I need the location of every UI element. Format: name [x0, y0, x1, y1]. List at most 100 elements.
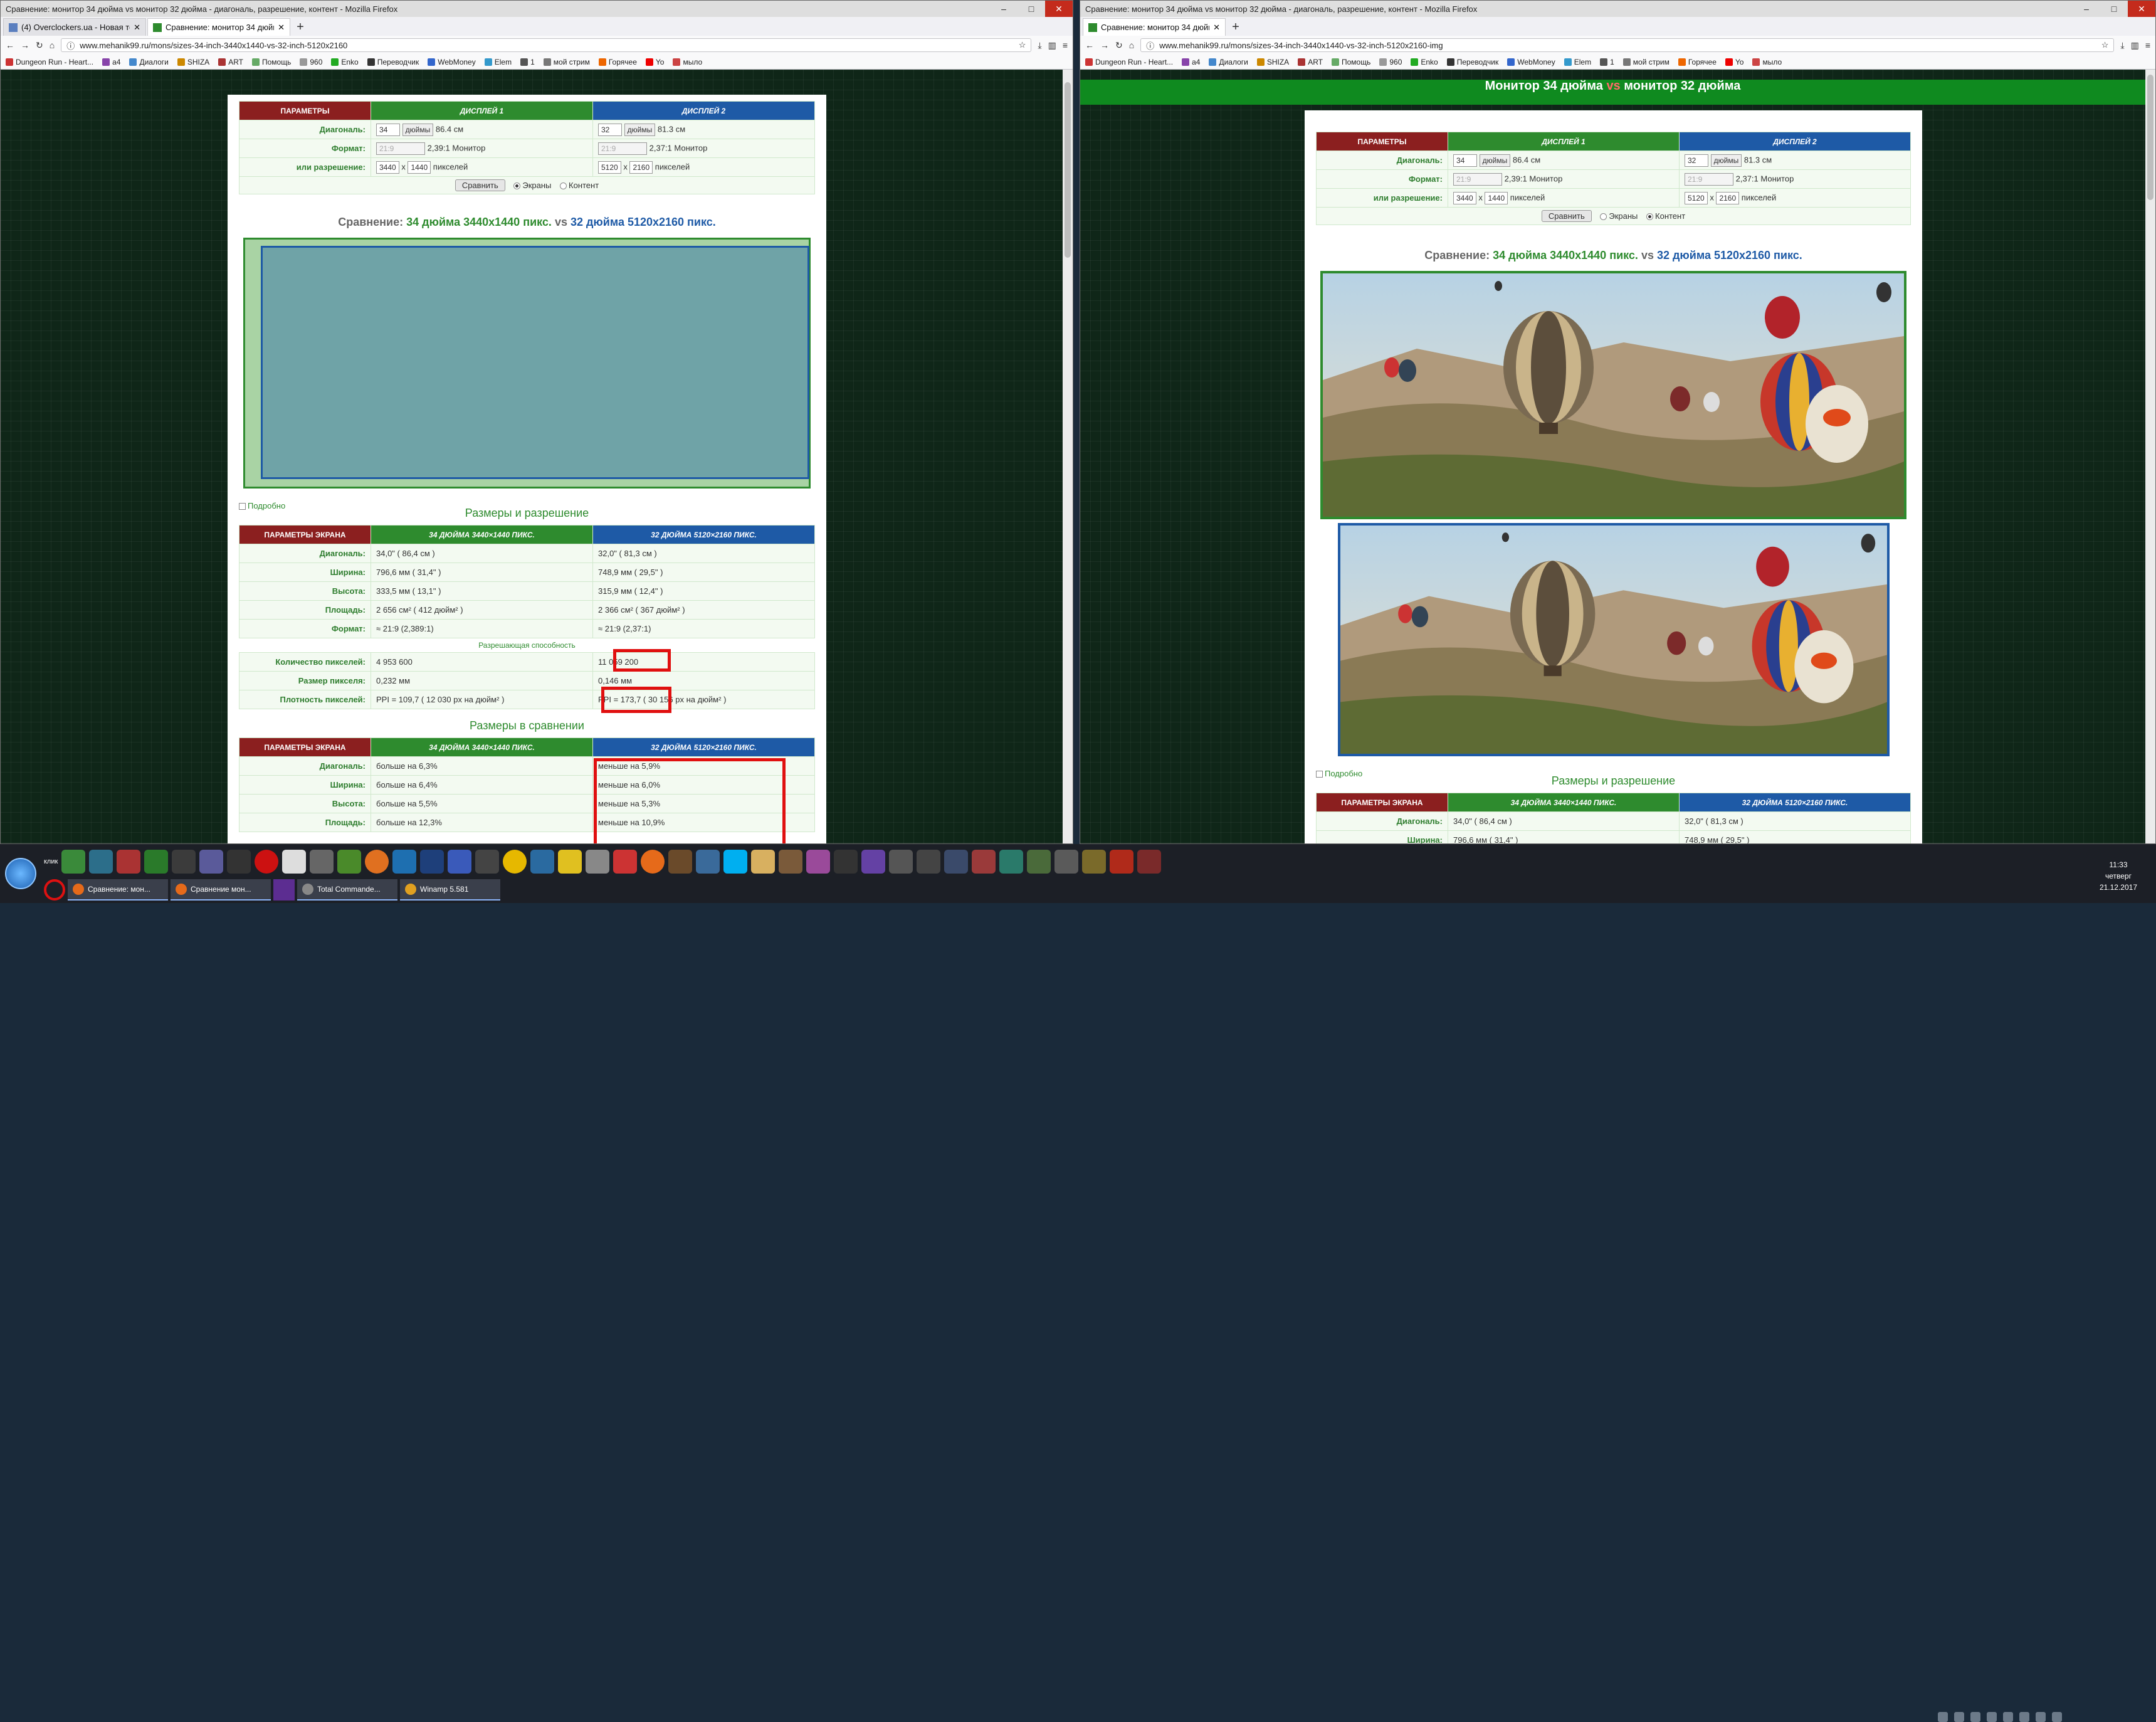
bookmark-item[interactable]: мыло	[673, 58, 702, 66]
opera-icon[interactable]	[255, 850, 279, 874]
app-icon[interactable]	[917, 850, 941, 874]
bookmark-item[interactable]: мой стрим	[1622, 58, 1670, 66]
unit2-select[interactable]: дюймы	[1710, 154, 1742, 167]
scrollbar[interactable]	[2145, 70, 2155, 843]
app-icon[interactable]	[227, 850, 251, 874]
task-total-commander[interactable]: Total Commande...	[297, 879, 397, 901]
bookmark-item[interactable]: a4	[102, 58, 120, 66]
app-icon[interactable]	[61, 850, 86, 874]
bookmark-item[interactable]: Enko	[1411, 58, 1438, 66]
bookmark-star-icon[interactable]: ☆	[1019, 40, 1026, 50]
back-icon[interactable]: ←	[1085, 40, 1094, 50]
download-icon[interactable]: ⤓	[2120, 40, 2124, 51]
bookmark-item[interactable]: 1	[520, 58, 535, 66]
download-icon[interactable]: ⤓	[1038, 40, 1041, 51]
screens-radio[interactable]	[513, 182, 521, 190]
tray-icon[interactable]	[2019, 1712, 2029, 1722]
app-icon[interactable]	[448, 850, 472, 874]
content-radio[interactable]	[1646, 213, 1654, 221]
bookmark-item[interactable]: 1	[1600, 58, 1614, 66]
app-icon[interactable]	[779, 850, 803, 874]
tab-close-icon[interactable]: ✕	[278, 23, 285, 33]
format2-select[interactable]: 21:9	[598, 142, 647, 155]
bookmark-item[interactable]: Диалоги	[129, 58, 169, 66]
app-icon[interactable]	[834, 850, 858, 874]
bookmark-star-icon[interactable]: ☆	[2101, 40, 2109, 50]
network-icon[interactable]	[2052, 1712, 2062, 1722]
app-icon[interactable]	[806, 850, 831, 874]
format2-select[interactable]: 21:9	[1685, 172, 1733, 186]
app-icon[interactable]	[420, 850, 444, 874]
bookmark-item[interactable]: Диалоги	[1209, 58, 1248, 66]
w2-input[interactable]: 5120	[598, 161, 621, 174]
skype-icon[interactable]	[723, 850, 748, 874]
tray-icon[interactable]	[1970, 1712, 1980, 1722]
bookmark-item[interactable]: SHIZA	[1256, 58, 1289, 66]
compare-button[interactable]: Сравнить	[455, 179, 505, 191]
volume-icon[interactable]	[2036, 1712, 2046, 1722]
app-icon[interactable]	[1082, 850, 1107, 874]
h2-input[interactable]: 2160	[1716, 191, 1740, 204]
diag1-input[interactable]: 34	[376, 123, 400, 136]
content-radio[interactable]	[560, 182, 567, 190]
app-icon[interactable]	[1137, 850, 1162, 874]
forward-icon[interactable]: →	[21, 40, 29, 50]
app-icon[interactable]	[310, 850, 334, 874]
tab-close-icon[interactable]: ✕	[1213, 23, 1220, 33]
bookmark-item[interactable]: Elem	[1564, 58, 1591, 66]
minimize-button[interactable]: –	[990, 1, 1018, 17]
app-icon[interactable]	[117, 850, 141, 874]
clock[interactable]: 11:33 четверг 21.12.2017	[2100, 859, 2137, 893]
scrollbar[interactable]	[1063, 70, 1073, 843]
vs-icon[interactable]	[273, 879, 295, 901]
app-icon[interactable]	[89, 850, 113, 874]
format1-select[interactable]: 21:9	[376, 142, 425, 155]
reload-icon[interactable]: ↻	[1115, 40, 1123, 51]
title-bar[interactable]: Сравнение: монитор 34 дюйма vs монитор 3…	[1080, 1, 2155, 17]
app-icon[interactable]	[530, 850, 555, 874]
tab-overclockers[interactable]: (4) Overclockers.ua - Новая тем ✕	[3, 18, 146, 36]
close-button[interactable]: ✕	[1045, 1, 1073, 17]
menu-icon[interactable]: ≡	[2145, 40, 2150, 50]
url-bar[interactable]: ⓘ www.mehanik99.ru/mons/sizes-34-inch-34…	[61, 38, 1032, 52]
library-icon[interactable]: ▥	[2131, 40, 2139, 51]
task-winamp[interactable]: Winamp 5.581	[400, 879, 500, 901]
minimize-button[interactable]: –	[2073, 1, 2100, 17]
maximize-button[interactable]: □	[1018, 1, 1045, 17]
bookmark-item[interactable]: ART	[218, 58, 243, 66]
info-icon[interactable]: ⓘ	[66, 40, 75, 51]
bookmark-item[interactable]: WebMoney	[428, 58, 476, 66]
home-icon[interactable]: ⌂	[50, 40, 55, 50]
diag2-input[interactable]: 32	[1685, 154, 1708, 167]
bookmark-item[interactable]: a4	[1182, 58, 1200, 66]
bookmark-item[interactable]: Горячее	[598, 58, 637, 66]
app-icon[interactable]	[944, 850, 969, 874]
format1-select[interactable]: 21:9	[1453, 172, 1502, 186]
unit2-select[interactable]: дюймы	[624, 123, 656, 136]
task-firefox-2[interactable]: Сравнение мон...	[171, 879, 271, 901]
forward-icon[interactable]: →	[1100, 40, 1109, 50]
tab-comparison[interactable]: Сравнение: монитор 34 дюйм ✕	[1083, 18, 1226, 36]
bookmark-item[interactable]: Переводчик	[1446, 58, 1498, 66]
bookmark-item[interactable]: Elem	[484, 58, 512, 66]
app-icon[interactable]	[696, 850, 720, 874]
bookmark-item[interactable]: Помощь	[251, 58, 291, 66]
compare-button[interactable]: Сравнить	[1541, 210, 1592, 222]
bookmark-item[interactable]: Переводчик	[367, 58, 419, 66]
app-icon[interactable]	[558, 850, 582, 874]
app-icon[interactable]	[861, 850, 886, 874]
app-icon[interactable]	[972, 850, 996, 874]
w1-input[interactable]: 3440	[376, 161, 399, 174]
menu-icon[interactable]: ≡	[1063, 40, 1068, 50]
app-icon[interactable]	[613, 850, 638, 874]
app-icon[interactable]	[1054, 850, 1079, 874]
info-icon[interactable]: ⓘ	[1146, 40, 1154, 51]
h1-input[interactable]: 1440	[408, 161, 431, 174]
new-tab-button[interactable]: +	[1227, 18, 1244, 36]
diag1-input[interactable]: 34	[1453, 154, 1477, 167]
unit1-select[interactable]: дюймы	[402, 123, 434, 136]
app-icon[interactable]	[751, 850, 776, 874]
tray-icon[interactable]	[1938, 1712, 1948, 1722]
h1-input[interactable]: 1440	[1485, 191, 1508, 204]
bookmark-item[interactable]: 960	[1379, 58, 1402, 66]
